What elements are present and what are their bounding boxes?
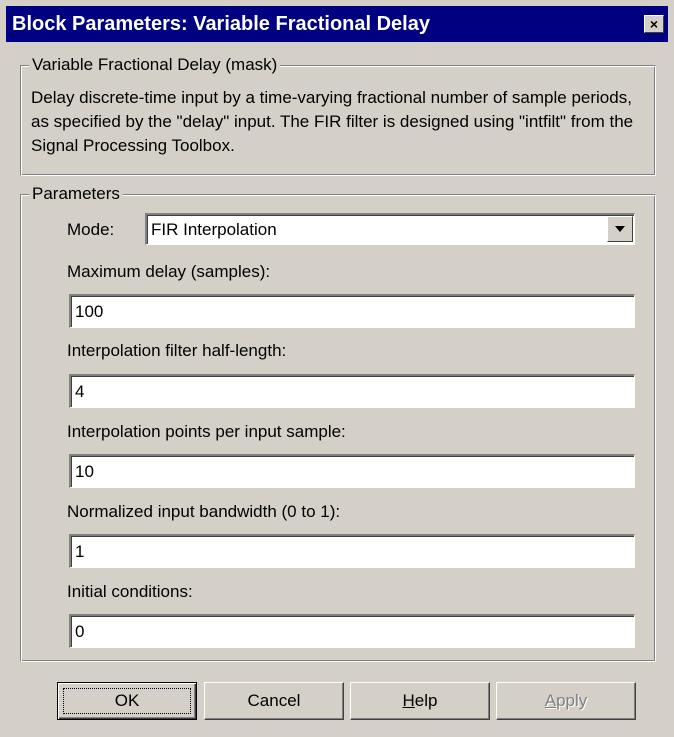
close-icon: × <box>649 15 659 32</box>
window-title: Block Parameters: Variable Fractional De… <box>12 13 430 35</box>
description-group: Variable Fractional Delay (mask) Delay d… <box>20 54 656 176</box>
cancel-button-label: Cancel <box>247 691 301 710</box>
ok-button-label: OK <box>114 691 140 710</box>
help-label-rest: elp <box>414 691 438 710</box>
ok-button[interactable]: OK <box>57 682 197 720</box>
interpolation-points-label: Interpolation points per input sample: <box>67 422 346 441</box>
filter-half-length-label: Interpolation filter half-length: <box>67 341 287 360</box>
apply-button-label: Apply <box>497 691 635 711</box>
mode-dropdown-value: FIR Interpolation <box>151 220 277 239</box>
cancel-button[interactable]: Cancel <box>204 682 344 720</box>
maximum-delay-field[interactable] <box>69 294 635 328</box>
dropdown-arrow-button[interactable] <box>607 216 633 242</box>
help-mnemonic: H <box>402 691 415 710</box>
normalized-bandwidth-field[interactable] <box>69 534 635 568</box>
apply-button[interactable]: Apply <box>496 682 636 720</box>
apply-mnemonic: A <box>544 691 557 710</box>
interpolation-points-field[interactable] <box>69 454 635 488</box>
help-button[interactable]: Help <box>350 682 490 720</box>
initial-conditions-label: Initial conditions: <box>67 582 193 601</box>
apply-label-rest: pply <box>556 691 588 710</box>
filter-half-length-field[interactable] <box>69 374 635 408</box>
help-button-label: Help <box>351 691 489 711</box>
block-parameters-dialog: Block Parameters: Variable Fractional De… <box>0 0 674 737</box>
mode-label: Mode: <box>67 220 115 239</box>
chevron-down-icon <box>615 226 625 232</box>
title-bar[interactable]: Block Parameters: Variable Fractional De… <box>6 6 668 42</box>
normalized-bandwidth-label: Normalized input bandwidth (0 to 1): <box>67 502 341 521</box>
parameters-group-legend: Parameters <box>29 183 123 205</box>
maximum-delay-label: Maximum delay (samples): <box>67 262 271 281</box>
description-group-legend: Variable Fractional Delay (mask) <box>29 54 281 76</box>
close-button[interactable]: × <box>644 15 664 33</box>
block-description: Delay discrete-time input by a time-vary… <box>31 88 634 155</box>
mode-dropdown[interactable]: FIR Interpolation <box>145 213 635 245</box>
initial-conditions-field[interactable] <box>69 614 635 648</box>
parameters-group: Parameters Mode: FIR Interpolation Maxim… <box>20 183 656 662</box>
